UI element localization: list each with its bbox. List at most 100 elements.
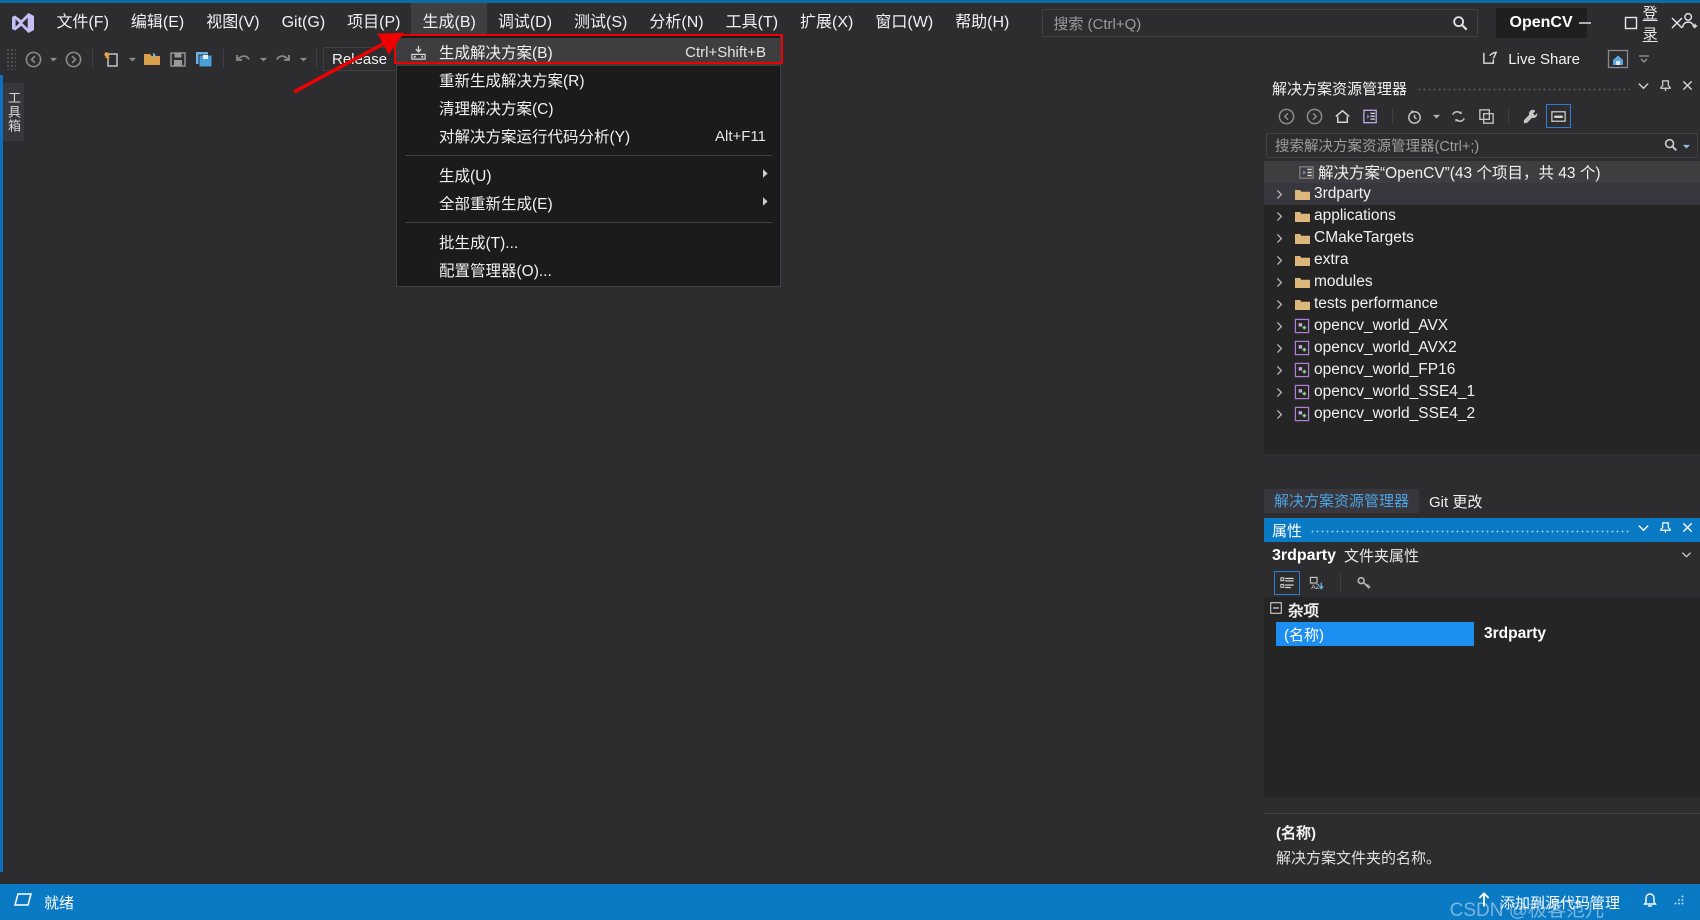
save-all-icon[interactable]: [191, 46, 217, 72]
menu-extensions[interactable]: 扩展(X): [789, 3, 864, 43]
tree-row-solution-root[interactable]: 解决方案“OpenCV”(43 个项目，共 43 个): [1264, 161, 1700, 183]
menu-view[interactable]: 视图(V): [195, 3, 270, 43]
preview-selected-items-icon[interactable]: [1546, 104, 1571, 128]
chevron-down-icon[interactable]: [1430, 104, 1443, 128]
menu-git[interactable]: Git(G): [271, 3, 337, 43]
resize-grip-icon[interactable]: [1672, 893, 1686, 911]
back-icon[interactable]: [1274, 104, 1299, 128]
tree-row[interactable]: opencv_world_SSE4_2: [1264, 403, 1700, 425]
chevron-down-icon[interactable]: [1682, 138, 1691, 156]
global-search-input[interactable]: 搜索 (Ctrl+Q): [1042, 9, 1478, 37]
menu-item-build-project[interactable]: 生成(U): [397, 161, 780, 189]
navigate-forward-icon[interactable]: [60, 46, 86, 72]
pending-changes-icon[interactable]: [1402, 104, 1427, 128]
navigate-back-icon[interactable]: [20, 46, 46, 72]
expander-chevron-right-icon[interactable]: [1268, 343, 1290, 354]
menu-edit[interactable]: 编辑(E): [120, 3, 195, 43]
menu-window[interactable]: 窗口(W): [864, 3, 944, 43]
properties-row-name[interactable]: (名称) 3rdparty: [1264, 622, 1700, 646]
expander-chevron-right-icon[interactable]: [1268, 255, 1290, 266]
expander-chevron-right-icon[interactable]: [1268, 365, 1290, 376]
live-share-button[interactable]: Live Share: [1481, 43, 1580, 75]
menu-item-configuration-manager[interactable]: 配置管理器(O)...: [397, 256, 780, 284]
undo-icon[interactable]: [230, 46, 256, 72]
tree-row[interactable]: opencv_world_SSE4_1: [1264, 381, 1700, 403]
pin-icon[interactable]: [1659, 521, 1672, 539]
new-item-dropdown-icon[interactable]: [125, 46, 139, 72]
expander-chevron-right-icon[interactable]: [1268, 409, 1290, 420]
collapse-all-icon[interactable]: [1474, 104, 1499, 128]
panel-drag-dots[interactable]: [1310, 518, 1630, 542]
maximize-icon[interactable]: [1608, 3, 1654, 43]
tree-row[interactable]: 3rdparty: [1264, 183, 1700, 205]
alphabetical-sort-icon[interactable]: AZ: [1304, 571, 1330, 595]
menu-item-clean-solution[interactable]: 清理解决方案(C): [397, 94, 780, 122]
expander-chevron-right-icon[interactable]: [1268, 211, 1290, 222]
tab-git-changes[interactable]: Git 更改: [1419, 489, 1492, 513]
redo-icon[interactable]: [270, 46, 296, 72]
up-arrow-icon[interactable]: [1476, 891, 1492, 913]
chevron-down-icon[interactable]: [1681, 547, 1692, 565]
tree-row[interactable]: tests performance: [1264, 293, 1700, 315]
menu-item-rebuild-all[interactable]: 全部重新生成(E): [397, 189, 780, 217]
tree-row[interactable]: modules: [1264, 271, 1700, 293]
redo-dropdown-icon[interactable]: [296, 46, 310, 72]
toolbox-tab[interactable]: 工具箱: [3, 83, 24, 141]
expander-chevron-right-icon[interactable]: [1268, 189, 1290, 200]
new-item-icon[interactable]: [99, 46, 125, 72]
solution-explorer-search-input[interactable]: 搜索解决方案资源管理器(Ctrl+;): [1266, 133, 1698, 158]
expander-chevron-right-icon[interactable]: [1268, 233, 1290, 244]
refresh-icon[interactable]: [1446, 104, 1471, 128]
undo-dropdown-icon[interactable]: [256, 46, 270, 72]
properties-wrench-icon[interactable]: [1518, 104, 1543, 128]
solution-root-icon[interactable]: [1358, 104, 1383, 128]
tree-row[interactable]: opencv_world_AVX2: [1264, 337, 1700, 359]
solution-explorer-toolbar: [1264, 101, 1700, 131]
open-file-icon[interactable]: [139, 46, 165, 72]
tree-row[interactable]: opencv_world_AVX: [1264, 315, 1700, 337]
menu-item-batch-build[interactable]: 批生成(T)...: [397, 228, 780, 256]
close-icon[interactable]: [1681, 79, 1694, 97]
properties-row-value[interactable]: 3rdparty: [1474, 625, 1700, 643]
status-ready: 就绪: [14, 892, 74, 913]
toolbar-separator: [1392, 107, 1393, 125]
right-dock-tabs: 解决方案资源管理器 Git 更改: [1264, 487, 1700, 513]
home-icon[interactable]: [1330, 104, 1355, 128]
search-icon[interactable]: [1663, 137, 1678, 157]
menu-item-rebuild-solution[interactable]: 重新生成解决方案(R): [397, 66, 780, 94]
panel-drag-dots[interactable]: [1417, 75, 1630, 101]
tree-row[interactable]: CMakeTargets: [1264, 227, 1700, 249]
close-icon[interactable]: [1654, 3, 1700, 43]
toolbar-drag-grip[interactable]: [6, 48, 16, 70]
expander-chevron-right-icon[interactable]: [1268, 387, 1290, 398]
categorized-icon[interactable]: [1274, 571, 1300, 595]
home-icon[interactable]: [1606, 47, 1630, 76]
chevron-down-icon[interactable]: [1637, 521, 1650, 539]
tree-row[interactable]: extra: [1264, 249, 1700, 271]
menu-item-build-solution[interactable]: 生成解决方案(B) Ctrl+Shift+B: [397, 38, 780, 66]
navigate-back-dropdown-icon[interactable]: [46, 46, 60, 72]
menu-file[interactable]: 文件(F): [45, 3, 119, 43]
properties-object-selector[interactable]: 3rdparty 文件夹属性: [1264, 542, 1700, 569]
pin-icon[interactable]: [1659, 79, 1672, 97]
close-icon[interactable]: [1681, 521, 1694, 539]
tab-solution-explorer[interactable]: 解决方案资源管理器: [1264, 489, 1420, 513]
minus-box-icon[interactable]: [1270, 601, 1282, 619]
expander-chevron-right-icon[interactable]: [1268, 321, 1290, 332]
menu-item-run-code-analysis[interactable]: 对解决方案运行代码分析(Y) Alt+F11: [397, 122, 780, 150]
expander-chevron-right-icon[interactable]: [1268, 299, 1290, 310]
property-pages-key-icon[interactable]: [1351, 571, 1377, 595]
tree-row[interactable]: opencv_world_FP16: [1264, 359, 1700, 381]
save-icon[interactable]: [165, 46, 191, 72]
forward-icon[interactable]: [1302, 104, 1327, 128]
chevron-down-icon[interactable]: [1637, 79, 1650, 97]
tree-row[interactable]: applications: [1264, 205, 1700, 227]
toolbar-overflow-icon[interactable]: [1638, 51, 1650, 69]
status-source-control-label[interactable]: 添加到源代码管理: [1500, 892, 1620, 913]
bell-icon[interactable]: [1642, 892, 1658, 913]
submenu-chevron-right-icon: [761, 194, 770, 212]
properties-group-row[interactable]: 杂项: [1264, 597, 1700, 622]
minimize-icon[interactable]: [1562, 3, 1608, 43]
expander-chevron-right-icon[interactable]: [1268, 277, 1290, 288]
menu-help[interactable]: 帮助(H): [944, 3, 1020, 43]
